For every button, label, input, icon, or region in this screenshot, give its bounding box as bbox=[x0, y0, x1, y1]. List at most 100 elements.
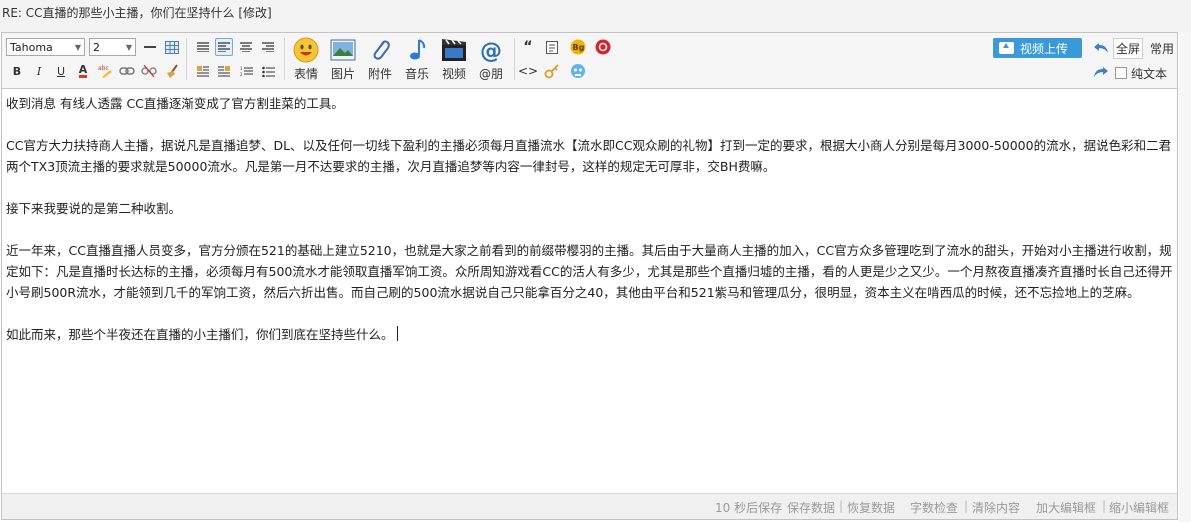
font-size-select[interactable]: 2 ▼ bbox=[89, 38, 136, 56]
clear-content-link[interactable]: 清除内容 bbox=[972, 499, 1020, 516]
italic-button[interactable]: I bbox=[30, 62, 48, 80]
music-icon bbox=[410, 39, 426, 60]
netease-icon bbox=[595, 39, 611, 55]
code-block-button[interactable] bbox=[543, 38, 561, 56]
source-code-button[interactable]: <> bbox=[517, 62, 539, 80]
undo-button[interactable] bbox=[1092, 39, 1110, 57]
plain-text-checkbox[interactable] bbox=[1115, 67, 1127, 79]
save-data-link[interactable]: 保存数据 bbox=[787, 499, 835, 516]
shrink-editor-link[interactable]: 缩小编辑框 bbox=[1109, 499, 1169, 516]
status-divider: | bbox=[964, 499, 969, 513]
align-left-button[interactable] bbox=[215, 38, 233, 56]
italic-label: I bbox=[36, 64, 42, 78]
netease-music-button[interactable] bbox=[594, 38, 612, 56]
attachment-button[interactable]: 附件 bbox=[360, 37, 400, 85]
content-paragraph-last: 如此而来，那些个半夜还在直播的小主播们，你们到底在坚持些什么。 bbox=[6, 324, 1173, 345]
image-icon bbox=[330, 39, 356, 61]
word-check-link[interactable]: 字数检查 bbox=[910, 499, 958, 516]
emoticon-label: 表情 bbox=[293, 67, 318, 81]
quote-button[interactable]: “ bbox=[519, 38, 537, 56]
svg-text:Bg: Bg bbox=[573, 43, 585, 52]
float-left-button[interactable] bbox=[194, 62, 212, 80]
code-icon: <> bbox=[517, 64, 539, 78]
video-upload-button[interactable]: 视频上传 bbox=[993, 38, 1082, 58]
page-title: RE: CC直播的那些小主播，你们在坚持什么 [修改] bbox=[0, 0, 1191, 32]
ai-assistant-button[interactable] bbox=[569, 62, 587, 80]
font-color-button[interactable]: A bbox=[74, 62, 92, 80]
broom-icon bbox=[166, 64, 178, 78]
redo-icon bbox=[1094, 67, 1108, 77]
image-button[interactable]: 图片 bbox=[323, 37, 363, 85]
robot-icon bbox=[571, 64, 585, 78]
redo-button[interactable] bbox=[1092, 63, 1110, 81]
quote-icon: “ bbox=[523, 39, 533, 55]
table-button[interactable] bbox=[163, 38, 181, 56]
font-family-value: Tahoma bbox=[10, 41, 53, 54]
svg-text:1: 1 bbox=[240, 66, 243, 71]
float-right-button[interactable] bbox=[215, 62, 233, 80]
underline-label: U bbox=[56, 64, 66, 78]
upload-icon bbox=[999, 42, 1014, 54]
video-upload-label: 视频上传 bbox=[1020, 41, 1069, 56]
align-right-button[interactable] bbox=[259, 38, 277, 56]
clear-format-button[interactable] bbox=[163, 62, 181, 80]
enlarge-editor-link[interactable]: 加大编辑框 bbox=[1036, 499, 1096, 516]
font-family-select[interactable]: Tahoma ▼ bbox=[6, 38, 85, 56]
horizontal-rule-button[interactable] bbox=[141, 38, 159, 56]
horizontal-rule-icon bbox=[144, 46, 156, 48]
restore-data-link[interactable]: 恢复数据 bbox=[847, 499, 895, 516]
fullscreen-toggle[interactable]: 全屏 bbox=[1113, 38, 1144, 59]
page-scroll-area bbox=[1179, 32, 1191, 522]
content-paragraph: 接下来我要说的是第二种收割。 bbox=[6, 201, 182, 216]
at-friend-button[interactable]: @ @朋 bbox=[471, 37, 511, 85]
bold-button[interactable]: B bbox=[8, 62, 26, 80]
at-icon: @ bbox=[480, 39, 502, 62]
image-label: 图片 bbox=[330, 67, 355, 81]
emoticon-icon bbox=[293, 37, 319, 63]
float-right-icon bbox=[218, 65, 230, 76]
align-right-icon bbox=[262, 42, 274, 52]
svg-text:2: 2 bbox=[240, 72, 243, 77]
emoticon-button[interactable]: 表情 bbox=[286, 37, 326, 85]
video-label: 视频 bbox=[441, 67, 466, 81]
status-divider: | bbox=[1102, 499, 1107, 513]
float-left-icon bbox=[197, 65, 209, 76]
align-justify-button[interactable] bbox=[194, 38, 212, 56]
ordered-list-button[interactable]: 12 bbox=[237, 62, 255, 80]
unordered-list-icon bbox=[261, 66, 275, 77]
hidden-content-button[interactable] bbox=[543, 62, 561, 80]
music-label: 音乐 bbox=[404, 67, 429, 81]
font-color-label: A bbox=[78, 63, 88, 78]
content-paragraph: CC官方大力扶持商人主播，据说凡是直播追梦、DL、以及任何一切线下盈利的主播必须… bbox=[6, 138, 1172, 174]
text-caret bbox=[396, 326, 398, 341]
svg-text:@: @ bbox=[480, 39, 502, 62]
status-divider: | bbox=[839, 499, 844, 513]
background-color-button[interactable]: abc bbox=[96, 62, 114, 80]
editor-content[interactable]: 收到消息 有线人透露 CC直播逐渐变成了官方割韭菜的工具。 CC官方大力扶持商人… bbox=[2, 90, 1177, 488]
unlink-icon bbox=[141, 65, 157, 77]
toolbar-separator bbox=[186, 38, 187, 80]
align-center-button[interactable] bbox=[237, 38, 255, 56]
common-mode-toggle[interactable]: 常用 bbox=[1150, 40, 1174, 57]
video-button[interactable]: 视频 bbox=[434, 37, 474, 85]
underline-button[interactable]: U bbox=[52, 62, 70, 80]
content-paragraph: 收到消息 有线人透露 CC直播逐渐变成了官方割韭菜的工具。 bbox=[6, 96, 344, 111]
toolbar-separator bbox=[284, 38, 285, 80]
chevron-down-icon: ▼ bbox=[74, 43, 81, 52]
toolbar-separator bbox=[514, 38, 515, 80]
align-center-icon bbox=[240, 42, 252, 52]
unlink-button[interactable] bbox=[140, 62, 158, 80]
rich-text-editor: Tahoma ▼ 2 ▼ B I U A abc 1 2 表情 图片 附件 音乐… bbox=[1, 32, 1178, 520]
background-button[interactable]: Bg bbox=[569, 38, 587, 56]
music-button[interactable]: 音乐 bbox=[397, 37, 437, 85]
plain-text-label: 纯文本 bbox=[1131, 67, 1168, 81]
align-left-icon bbox=[218, 42, 230, 52]
attachment-label: 附件 bbox=[367, 67, 392, 81]
link-button[interactable] bbox=[118, 62, 136, 80]
autosave-countdown: 10 秒后保存 bbox=[715, 501, 783, 515]
unordered-list-button[interactable] bbox=[259, 62, 277, 80]
table-icon bbox=[165, 40, 179, 54]
